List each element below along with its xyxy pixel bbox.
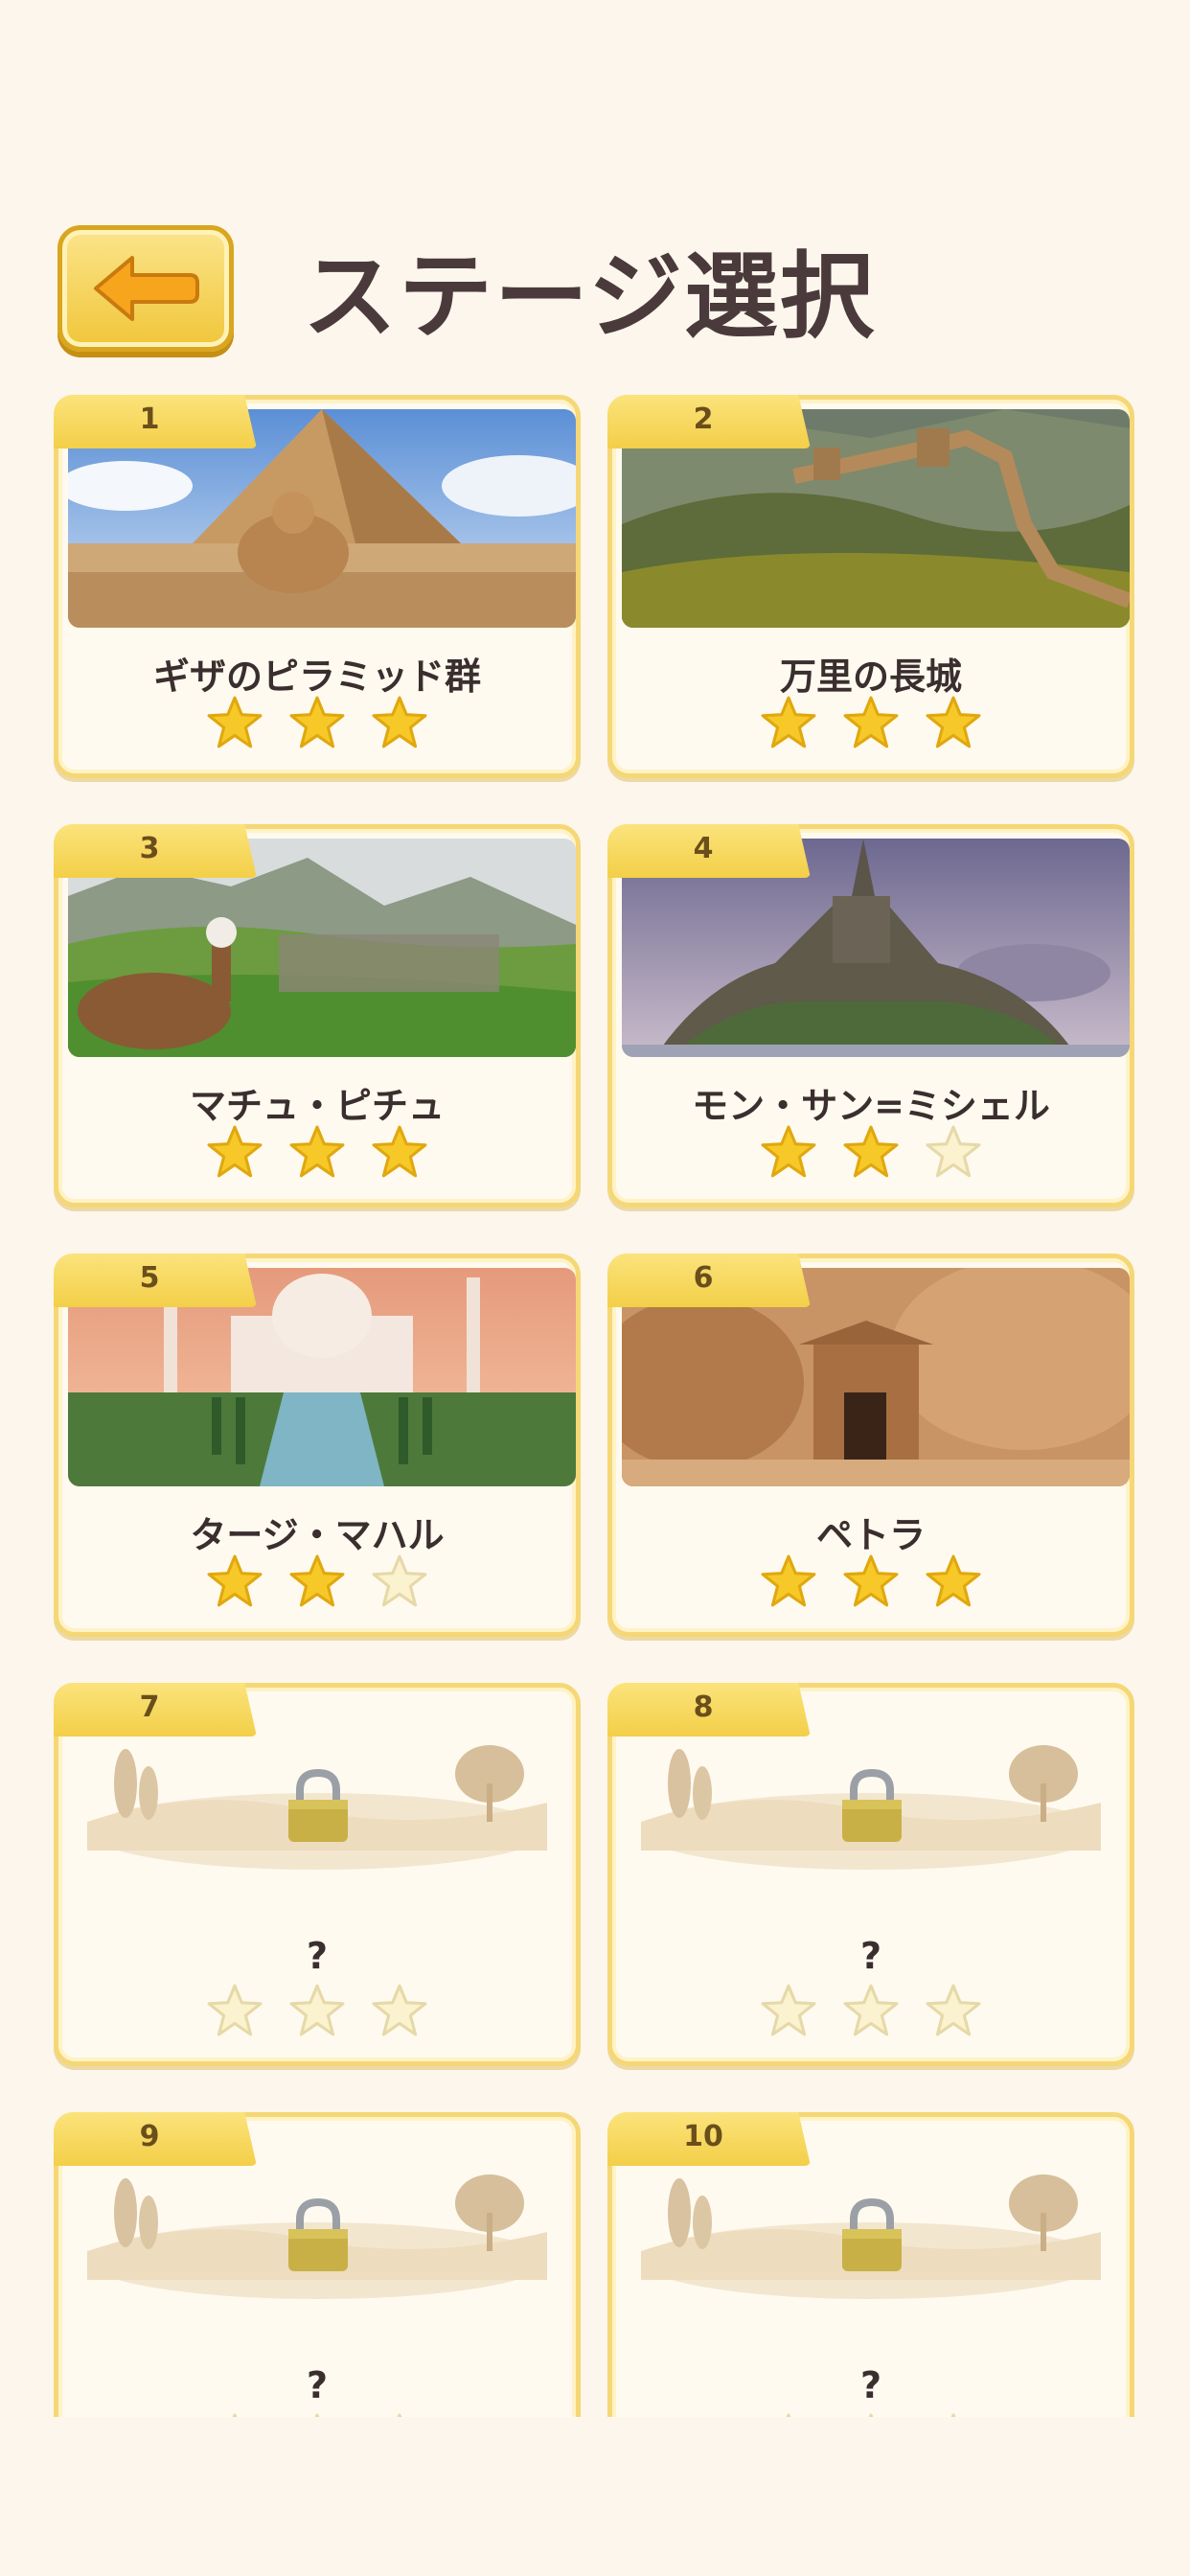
star-rating xyxy=(58,1124,576,1180)
star-rating xyxy=(58,695,576,750)
stage-name: ? xyxy=(859,2364,882,2406)
star-filled-icon xyxy=(841,695,901,750)
stage-name: ? xyxy=(306,1935,329,1977)
stage-name: ? xyxy=(306,2364,329,2406)
stage-card-3[interactable]: 3 マチュ・ピチュ xyxy=(54,824,581,1208)
stage-number: 2 xyxy=(693,402,714,436)
star-empty-icon xyxy=(370,1983,429,2038)
header: ステージ選択 xyxy=(57,223,876,353)
star-filled-icon xyxy=(370,1124,429,1180)
star-empty-icon xyxy=(205,2412,264,2417)
star-empty-icon xyxy=(841,1983,901,2038)
star-filled-icon xyxy=(841,1124,901,1180)
stage-card-9[interactable]: 9 ? xyxy=(54,2112,581,2417)
stage-name: マチュ・ピチュ xyxy=(189,1085,445,1127)
stage-number-tab: 10 xyxy=(607,2112,811,2166)
star-empty-icon xyxy=(370,2412,429,2417)
star-filled-icon xyxy=(924,695,983,750)
lock-icon xyxy=(840,2197,904,2277)
stage-number: 9 xyxy=(139,2120,160,2153)
stage-number: 8 xyxy=(693,1690,714,1724)
stage-number: 5 xyxy=(139,1261,160,1295)
stage-card-1[interactable]: 1 ギザのピラミッド群 xyxy=(54,395,581,778)
stage-grid: 1 ギザのピラミッド群 2 万里の長城 3 マチュ・ピチュ 4 モン・サン=ミシ… xyxy=(54,395,1134,2417)
star-empty-icon xyxy=(924,1983,983,2038)
star-empty-icon xyxy=(287,2412,347,2417)
back-button[interactable] xyxy=(57,224,234,352)
star-filled-icon xyxy=(924,1553,983,1609)
stage-number-tab: 2 xyxy=(607,395,811,448)
stage-name: ? xyxy=(859,1935,882,1977)
stage-card-2[interactable]: 2 万里の長城 xyxy=(607,395,1134,778)
star-empty-icon xyxy=(924,1124,983,1180)
star-filled-icon xyxy=(287,1553,347,1609)
stage-number-tab: 9 xyxy=(54,2112,257,2166)
star-rating xyxy=(612,2412,1130,2417)
star-rating xyxy=(612,1983,1130,2038)
star-empty-icon xyxy=(759,1983,818,2038)
star-rating xyxy=(612,695,1130,750)
star-filled-icon xyxy=(205,695,264,750)
stage-number: 6 xyxy=(693,1261,714,1295)
lock-icon xyxy=(840,1768,904,1848)
stage-number-tab: 5 xyxy=(54,1254,257,1307)
stage-number-tab: 1 xyxy=(54,395,257,448)
star-filled-icon xyxy=(205,1124,264,1180)
stage-number-tab: 4 xyxy=(607,824,811,878)
page-title: ステージ選択 xyxy=(303,242,877,352)
stage-card-6[interactable]: 6 ペトラ xyxy=(607,1254,1134,1637)
stage-number: 7 xyxy=(139,1690,160,1724)
stage-name: モン・サン=ミシェル xyxy=(692,1085,1050,1127)
stage-name: タージ・マハル xyxy=(190,1514,445,1556)
stage-card-8[interactable]: 8 ? xyxy=(607,1683,1134,2066)
star-rating xyxy=(58,1983,576,2038)
stage-number: 1 xyxy=(139,402,160,436)
star-empty-icon xyxy=(205,1983,264,2038)
stage-number: 4 xyxy=(693,832,714,865)
star-filled-icon xyxy=(841,1553,901,1609)
star-filled-icon xyxy=(759,1553,818,1609)
star-filled-icon xyxy=(287,1124,347,1180)
star-empty-icon xyxy=(924,2412,983,2417)
stage-number: 10 xyxy=(683,2120,723,2153)
star-empty-icon xyxy=(841,2412,901,2417)
lock-icon xyxy=(286,1768,350,1848)
star-filled-icon xyxy=(205,1553,264,1609)
stage-name: ギザのピラミッド群 xyxy=(152,656,481,698)
stage-number-tab: 8 xyxy=(607,1683,811,1736)
star-filled-icon xyxy=(759,1124,818,1180)
stage-name: 万里の長城 xyxy=(779,656,962,698)
star-empty-icon xyxy=(370,1553,429,1609)
star-rating xyxy=(58,1553,576,1609)
star-rating xyxy=(612,1124,1130,1180)
star-empty-icon xyxy=(287,1983,347,2038)
stage-card-7[interactable]: 7 ? xyxy=(54,1683,581,2066)
star-empty-icon xyxy=(759,2412,818,2417)
stage-card-5[interactable]: 5 タージ・マハル xyxy=(54,1254,581,1637)
stage-card-4[interactable]: 4 モン・サン=ミシェル xyxy=(607,824,1134,1208)
stage-number-tab: 6 xyxy=(607,1254,811,1307)
star-filled-icon xyxy=(287,695,347,750)
stage-name: ペトラ xyxy=(815,1514,926,1556)
arrow-left-icon xyxy=(94,255,199,321)
stage-number: 3 xyxy=(139,832,160,865)
lock-icon xyxy=(286,2197,350,2277)
star-filled-icon xyxy=(370,695,429,750)
stage-number-tab: 3 xyxy=(54,824,257,878)
stage-number-tab: 7 xyxy=(54,1683,257,1736)
star-rating xyxy=(612,1553,1130,1609)
star-rating xyxy=(58,2412,576,2417)
star-filled-icon xyxy=(759,695,818,750)
stage-card-10[interactable]: 10 ? xyxy=(607,2112,1134,2417)
